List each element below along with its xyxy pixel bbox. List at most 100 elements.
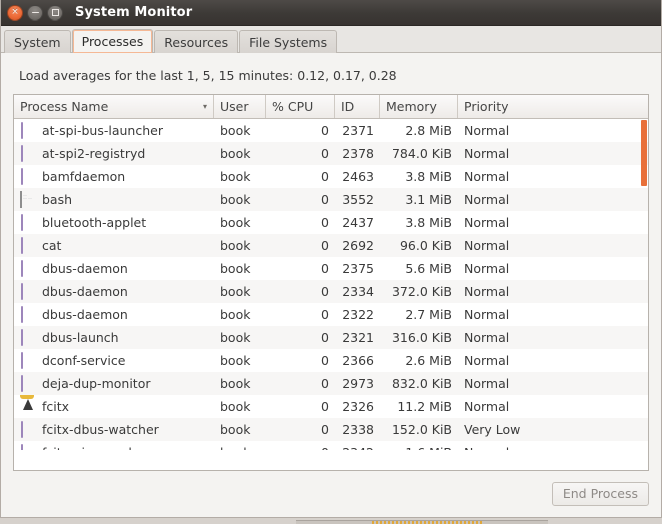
terminal-icon — [20, 190, 36, 208]
process-name-text: fcitx — [42, 399, 70, 414]
titlebar[interactable]: × System Monitor — [1, 0, 661, 26]
cell-process-name: deja-dup-monitor — [14, 372, 214, 395]
cell-memory: 3.1 MiB — [405, 192, 452, 207]
process-name-text: dbus-daemon — [42, 284, 128, 299]
table-row[interactable]: dbus-launch book 0 2321 316.0 KiB Normal — [14, 326, 648, 349]
column-header-memory[interactable]: Memory — [380, 95, 458, 118]
footer-bar: End Process — [1, 471, 661, 517]
table-row[interactable]: dbus-daemon book 0 2334 372.0 KiB Normal — [14, 280, 648, 303]
cell-user: book — [220, 146, 251, 161]
table-row[interactable]: at-spi2-registryd book 0 2378 784.0 KiB Norma… — [14, 142, 648, 165]
tab-system[interactable]: System — [4, 30, 71, 53]
column-header-user[interactable]: User — [214, 95, 266, 118]
system-monitor-window: × System Monitor System Processes Resour… — [0, 0, 662, 518]
cell-cpu: 0 — [321, 422, 329, 437]
window-controls: × — [7, 4, 63, 21]
table-row[interactable]: cat book 0 2692 96.0 KiB Normal — [14, 234, 648, 257]
column-header-process-name[interactable]: Process Name ▾ — [14, 95, 214, 118]
cell-priority: Normal — [464, 123, 510, 138]
cell-process-name: bluetooth-applet — [14, 211, 214, 234]
process-table-header: Process Name ▾ User % CPU ID Memory Prio… — [14, 95, 648, 119]
column-header-id[interactable]: ID — [335, 95, 380, 118]
table-row[interactable]: dconf-service book 0 2366 2.6 MiB Normal — [14, 349, 648, 372]
cell-priority: Normal — [464, 146, 510, 161]
table-row[interactable]: bluetooth-applet book 0 2437 3.8 MiB Normal — [14, 211, 648, 234]
tab-processes[interactable]: Processes — [71, 29, 154, 53]
cell-user: book — [220, 261, 251, 276]
tab-label: System — [14, 34, 61, 50]
table-row[interactable]: fcitx-dbus-watcher book 0 2338 152.0 KiB Very… — [14, 418, 648, 441]
tab-resources[interactable]: Resources — [154, 30, 239, 53]
cell-priority: Normal — [464, 376, 510, 391]
cell-process-name: dbus-daemon — [14, 303, 214, 326]
cell-id: 2371 — [342, 123, 374, 138]
table-row[interactable]: at-spi-bus-launcher book 0 2371 2.8 MiB Norma… — [14, 119, 648, 142]
close-icon[interactable]: × — [7, 4, 23, 21]
table-row[interactable]: fcitx-qimpanel book023421.6 MiBNormal — [14, 441, 648, 450]
table-row[interactable]: dbus-daemon book 0 2375 5.6 MiB Normal — [14, 257, 648, 280]
tab-label: Resources — [164, 34, 229, 50]
column-header-priority[interactable]: Priority — [458, 95, 648, 118]
cell-id: 2338 — [342, 422, 374, 437]
cell-id: 2437 — [342, 215, 374, 230]
cell-priority: Normal — [464, 238, 510, 253]
process-name-text: at-spi-bus-launcher — [42, 123, 163, 138]
cell-memory: 2.6 MiB — [405, 353, 452, 368]
generic-process-icon — [20, 374, 36, 392]
column-label: % CPU — [272, 99, 314, 114]
process-name-text: dbus-launch — [42, 330, 119, 345]
cell-process-name: dbus-launch — [14, 326, 214, 349]
cell-cpu: 0 — [321, 215, 329, 230]
generic-process-icon — [20, 213, 36, 231]
process-table-body[interactable]: at-spi-bus-launcher book 0 2371 2.8 MiB Norma… — [14, 119, 648, 470]
background-window-sliver — [0, 518, 662, 524]
cell-id: 3552 — [342, 192, 374, 207]
generic-process-icon — [20, 443, 36, 450]
table-row[interactable]: bash book 0 3552 3.1 MiB Normal — [14, 188, 648, 211]
cell-memory: 96.0 KiB — [399, 238, 452, 253]
cell-user: book — [220, 399, 251, 414]
window-title: System Monitor — [75, 5, 193, 20]
chevron-down-icon: ▾ — [202, 102, 207, 111]
tab-label: Processes — [81, 34, 144, 49]
minimize-icon[interactable] — [27, 4, 43, 21]
generic-process-icon — [20, 144, 36, 162]
cell-memory: 784.0 KiB — [391, 146, 452, 161]
generic-process-icon — [20, 420, 36, 438]
table-row[interactable]: fcitx book 0 2326 11.2 MiB Normal — [14, 395, 648, 418]
end-process-button[interactable]: End Process — [551, 481, 649, 507]
generic-process-icon — [20, 167, 36, 185]
cell-user: book — [220, 330, 251, 345]
cell-id: 2973 — [342, 376, 374, 391]
scrollbar-thumb[interactable] — [641, 120, 647, 186]
cell-memory: 832.0 KiB — [391, 376, 452, 391]
column-header-cpu[interactable]: % CPU — [266, 95, 335, 118]
cell-id: 2366 — [342, 353, 374, 368]
maximize-icon[interactable] — [47, 4, 63, 21]
cell-user: book — [220, 123, 251, 138]
cell-id: 2378 — [342, 146, 374, 161]
vertical-scrollbar[interactable] — [641, 119, 648, 470]
generic-process-icon — [20, 351, 36, 369]
cell-memory: 3.8 MiB — [405, 169, 452, 184]
table-row[interactable]: dbus-daemon book 0 2322 2.7 MiB Normal — [14, 303, 648, 326]
cell-priority: Normal — [464, 261, 510, 276]
process-name-text: bamfdaemon — [42, 169, 126, 184]
cell-memory: 2.7 MiB — [405, 307, 452, 322]
cell-cpu: 0 — [321, 284, 329, 299]
cell-memory: 316.0 KiB — [391, 330, 452, 345]
cell-cpu: 0 — [321, 330, 329, 345]
cell-id: 2375 — [342, 261, 374, 276]
cell-cpu: 0 — [321, 169, 329, 184]
cell-priority: Normal — [464, 307, 510, 322]
generic-process-icon — [20, 282, 36, 300]
cell-user: book — [220, 307, 251, 322]
column-label: User — [220, 99, 249, 114]
cell-process-name: bamfdaemon — [14, 165, 214, 188]
cell-cpu: 0 — [321, 307, 329, 322]
cell-memory: 372.0 KiB — [391, 284, 452, 299]
table-row[interactable]: bamfdaemon book 0 2463 3.8 MiB Normal — [14, 165, 648, 188]
cell-memory: 11.2 MiB — [397, 399, 452, 414]
tab-file-systems[interactable]: File Systems — [239, 30, 338, 53]
table-row[interactable]: deja-dup-monitor book 0 2973 832.0 KiB Normal — [14, 372, 648, 395]
